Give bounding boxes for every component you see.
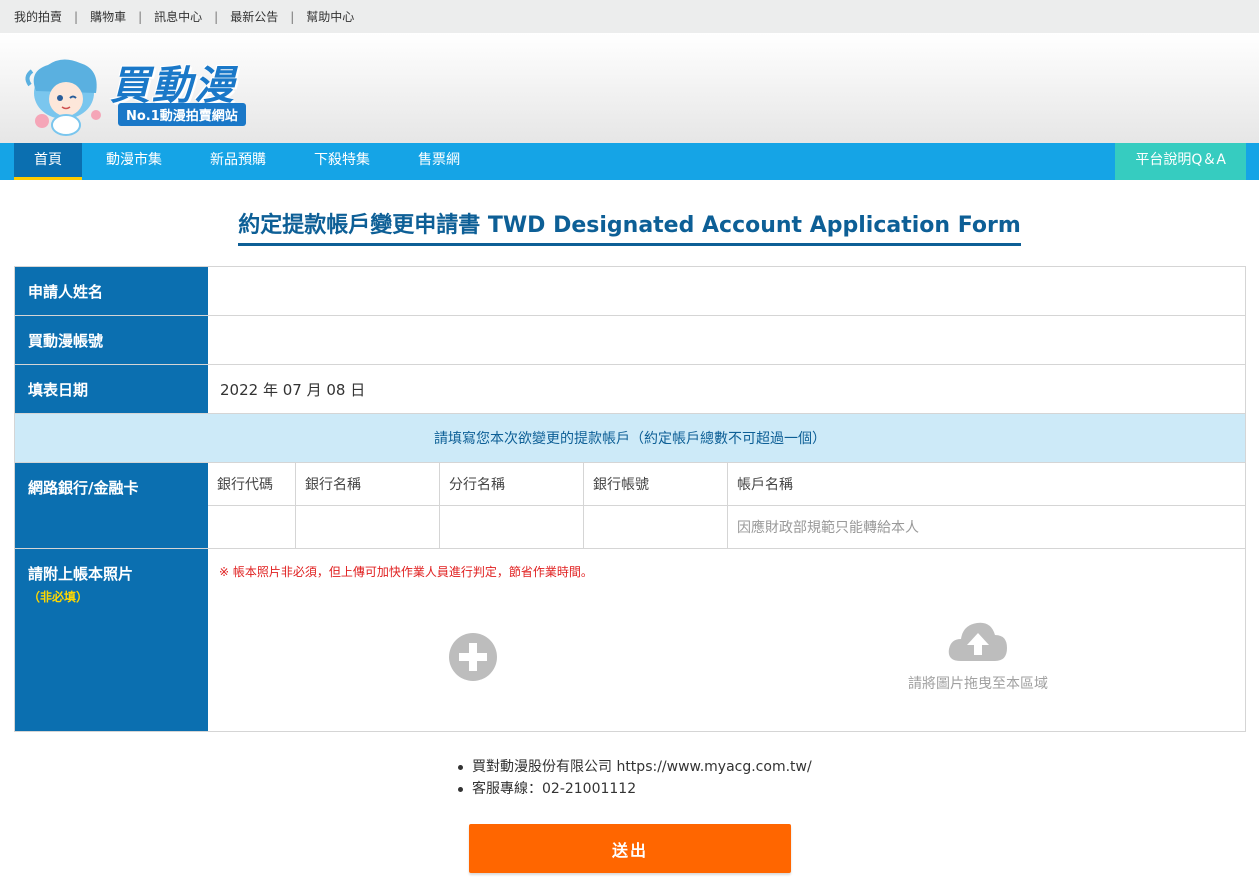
submit-button[interactable]: 送出 <box>469 824 791 873</box>
bank-grid: 銀行代碼 銀行名稱 分行名稱 銀行帳號 帳戶名稱 因應財政部規範只能轉給本人 <box>208 463 1245 548</box>
message-center-link[interactable]: 訊息中心 <box>154 8 202 25</box>
bank-input-row: 因應財政部規範只能轉給本人 <box>208 505 1245 549</box>
photo-warning: ※ 帳本照片非必須，但上傳可加快作業人員進行判定，節省作業時間。 <box>219 565 593 579</box>
date-value: 2022 年 07 月 08 日 <box>220 380 366 399</box>
photo-row: 請附上帳本照片 （非必填） ※ 帳本照片非必須，但上傳可加快作業人員進行判定，節… <box>15 549 1245 731</box>
account-row: 買動漫帳號 <box>15 316 1245 365</box>
mascot-icon <box>25 59 101 136</box>
application-form: 申請人姓名 買動漫帳號 填表日期 2022 年 07 月 08 日 請填寫您本次… <box>14 266 1246 732</box>
footer-info: 買對動漫股份有限公司 https://www.myacg.com.tw/ 客服專… <box>458 756 812 800</box>
applicant-name-field[interactable] <box>208 267 1245 315</box>
bank-name-input[interactable] <box>296 505 440 548</box>
bank-header-row: 銀行代碼 銀行名稱 分行名稱 銀行帳號 帳戶名稱 <box>208 463 1245 506</box>
nav-item-preorder[interactable]: 新品預購 <box>186 143 290 180</box>
branch-name-input[interactable] <box>440 505 584 548</box>
cart-link[interactable]: 購物車 <box>90 8 126 25</box>
photo-upload-area[interactable]: ※ 帳本照片非必須，但上傳可加快作業人員進行判定，節省作業時間。 請將圖片拖曳至… <box>208 549 1245 731</box>
separator: | <box>214 9 219 24</box>
hotline-info: 客服專線：02-21001112 <box>458 778 812 800</box>
date-label: 填表日期 <box>15 365 208 413</box>
help-center-link[interactable]: 幫助中心 <box>306 8 354 25</box>
announcements-link[interactable]: 最新公告 <box>230 8 278 25</box>
bank-account-input[interactable] <box>584 505 728 548</box>
page-title-wrapper: 約定提款帳戶變更申請書 TWD Designated Account Appli… <box>0 207 1259 246</box>
nav-item-home[interactable]: 首頁 <box>14 143 82 180</box>
site-header: 買動漫 No.1動漫拍賣網站 <box>0 33 1259 143</box>
main-nav: 首頁 動漫市集 新品預購 下殺特集 售票網 平台說明Q＆A <box>0 143 1259 180</box>
bank-account-header: 銀行帳號 <box>584 463 728 505</box>
cloud-upload-icon <box>948 622 1007 661</box>
account-notice: 請填寫您本次欲變更的提款帳戶（約定帳戶總數不可超過一個） <box>15 414 1245 463</box>
separator: | <box>138 9 143 24</box>
drop-zone[interactable]: 請將圖片拖曳至本區域 <box>888 619 1068 693</box>
bank-row: 網路銀行/金融卡 銀行代碼 銀行名稱 分行名稱 銀行帳號 帳戶名稱 因應財政部規… <box>15 463 1245 549</box>
bank-label: 網路銀行/金融卡 <box>15 463 208 548</box>
my-auction-link[interactable]: 我的拍賣 <box>14 8 62 25</box>
photo-label-cell: 請附上帳本照片 （非必填） <box>15 549 208 731</box>
account-name-header: 帳戶名稱 <box>737 476 793 493</box>
bank-code-input[interactable] <box>208 505 296 548</box>
nav-item-anime-market[interactable]: 動漫市集 <box>82 143 186 180</box>
bank-code-header: 銀行代碼 <box>208 463 296 505</box>
page-title: 約定提款帳戶變更申請書 TWD Designated Account Appli… <box>238 207 1021 246</box>
applicant-row: 申請人姓名 <box>15 267 1245 316</box>
applicant-name-label: 申請人姓名 <box>15 267 208 315</box>
bank-name-header: 銀行名稱 <box>296 463 440 505</box>
account-field[interactable] <box>208 316 1245 364</box>
nav-item-special-deals[interactable]: 下殺特集 <box>290 143 394 180</box>
account-label: 買動漫帳號 <box>15 316 208 364</box>
top-utility-bar: 我的拍賣 | 購物車 | 訊息中心 | 最新公告 | 幫助中心 <box>0 0 1259 33</box>
branch-name-header: 分行名稱 <box>440 463 584 505</box>
date-row: 填表日期 2022 年 07 月 08 日 <box>15 365 1245 414</box>
company-info: 買對動漫股份有限公司 https://www.myacg.com.tw/ <box>458 756 812 778</box>
separator: | <box>74 9 79 24</box>
photo-label: 請附上帳本照片 <box>28 565 134 583</box>
nav-platform-qa[interactable]: 平台說明Q＆A <box>1115 143 1246 180</box>
drop-zone-text: 請將圖片拖曳至本區域 <box>908 676 1048 692</box>
nav-item-ticketing[interactable]: 售票網 <box>394 143 484 180</box>
account-name-input[interactable]: 因應財政部規範只能轉給本人 <box>728 506 1245 549</box>
site-logo[interactable]: 買動漫 No.1動漫拍賣網站 <box>22 51 248 139</box>
separator: | <box>290 9 295 24</box>
photo-optional-note: （非必填） <box>28 590 89 604</box>
add-photo-button[interactable] <box>449 633 497 681</box>
brand-slogan: No.1動漫拍賣網站 <box>118 103 246 126</box>
